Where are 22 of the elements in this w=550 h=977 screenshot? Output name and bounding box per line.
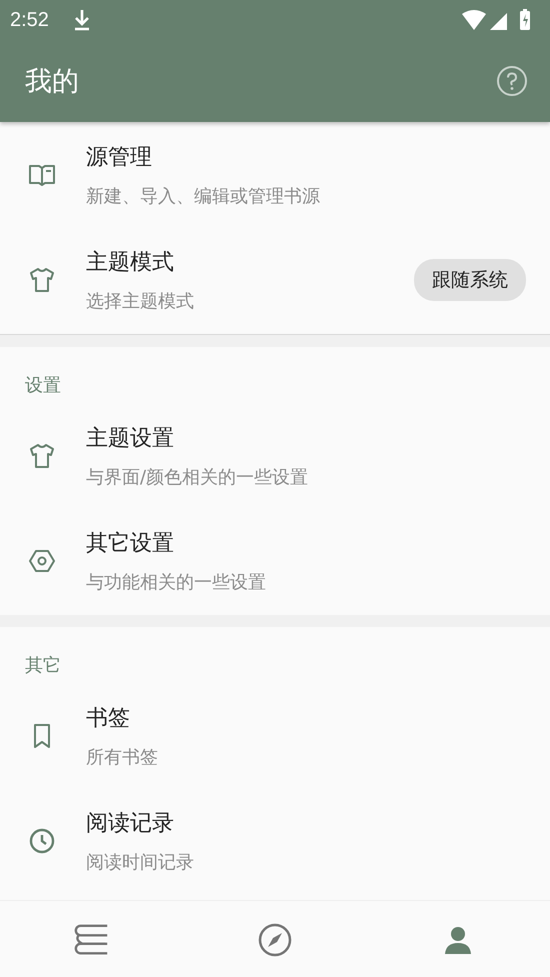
- shirt-icon: [28, 442, 56, 470]
- item-subtitle: 阅读时间记录: [86, 850, 195, 874]
- item-title[interactable]: 书签: [86, 702, 526, 732]
- clock-icon: [28, 826, 56, 854]
- item-title[interactable]: 其它设置: [86, 528, 526, 558]
- page-title: 我的: [25, 65, 80, 99]
- section-header: 设置: [24, 374, 62, 398]
- item-title[interactable]: 主题模式: [86, 246, 414, 276]
- item-title[interactable]: 主题设置: [86, 422, 526, 452]
- download-icon: [72, 9, 91, 31]
- status-time: 2:52: [10, 8, 49, 32]
- item-title[interactable]: 阅读记录: [86, 808, 526, 838]
- item-title[interactable]: 源管理: [86, 142, 526, 172]
- section-header: 其它: [24, 654, 62, 678]
- item-subtitle: 新建、导入、编辑或管理书源: [86, 184, 321, 208]
- mode-chip[interactable]: 跟随系统: [414, 258, 526, 300]
- item-subtitle: 与功能相关的一些设置: [86, 570, 267, 594]
- item-subtitle: 所有书签: [86, 746, 159, 768]
- item-subtitle: 与界面/颜色相关的一些设置: [86, 466, 310, 488]
- item-subtitle: 选择主题模式: [86, 290, 195, 312]
- shirt-icon: [28, 266, 56, 294]
- help-icon[interactable]: [496, 65, 528, 97]
